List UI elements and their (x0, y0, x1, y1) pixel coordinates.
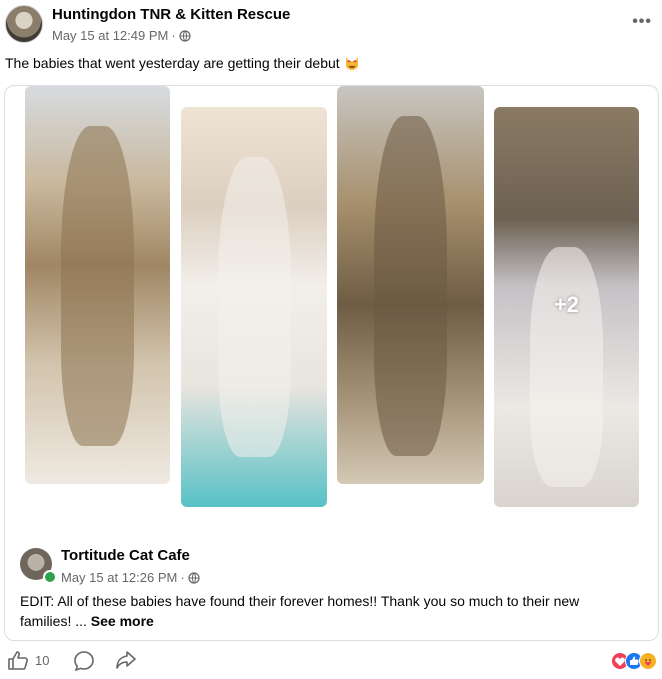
gallery-photo-1[interactable] (25, 86, 170, 484)
page-avatar[interactable] (5, 5, 43, 43)
gallery-photo-3[interactable] (337, 86, 484, 484)
kitten-figure (217, 157, 291, 457)
shared-post-text: EDIT: All of these babies have found the… (20, 591, 630, 631)
meta-separator: · (171, 28, 176, 43)
shared-post-card[interactable]: +2 Tortitude Cat Cafe May 15 at 12:26 PM… (4, 85, 659, 641)
like-icon (8, 651, 28, 670)
kitten-figure (530, 247, 603, 487)
cat-emoji-icon (345, 57, 358, 70)
more-photos-count[interactable]: +2 (494, 292, 639, 318)
meta-separator: · (180, 570, 185, 585)
shared-author-name[interactable]: Tortitude Cat Cafe (61, 547, 190, 564)
share-icon (116, 651, 136, 669)
globe-icon (179, 29, 191, 42)
gallery-photo-2[interactable] (181, 107, 327, 507)
post-timestamp[interactable]: May 15 at 12:49 PM (52, 28, 168, 43)
like-button[interactable]: 10 (7, 650, 49, 670)
post-caption: The babies that went yesterday are getti… (5, 55, 360, 71)
comment-button[interactable] (73, 650, 95, 672)
online-indicator (43, 570, 57, 584)
care-reaction-icon (639, 652, 657, 670)
see-more-link[interactable]: See more (91, 613, 154, 629)
like-count[interactable]: 10 (35, 653, 49, 668)
page-name[interactable]: Huntingdon TNR & Kitten Rescue (52, 6, 290, 23)
shared-post-meta: May 15 at 12:26 PM · (61, 570, 200, 585)
more-icon[interactable]: ••• (632, 13, 652, 31)
globe-icon (188, 571, 200, 584)
kitten-figure (61, 126, 134, 446)
gallery-photo-4[interactable]: +2 (494, 107, 639, 507)
post-meta: May 15 at 12:49 PM · (52, 28, 191, 43)
caption-text: The babies that went yesterday are getti… (5, 55, 340, 71)
kitten-figure (373, 116, 448, 456)
share-button[interactable] (115, 650, 137, 670)
comment-icon (74, 651, 94, 672)
reaction-summary[interactable] (611, 652, 657, 670)
post-header: Huntingdon TNR & Kitten Rescue May 15 at… (5, 5, 652, 47)
shared-post-timestamp[interactable]: May 15 at 12:26 PM (61, 570, 177, 585)
post-footer: 10 (5, 650, 657, 676)
